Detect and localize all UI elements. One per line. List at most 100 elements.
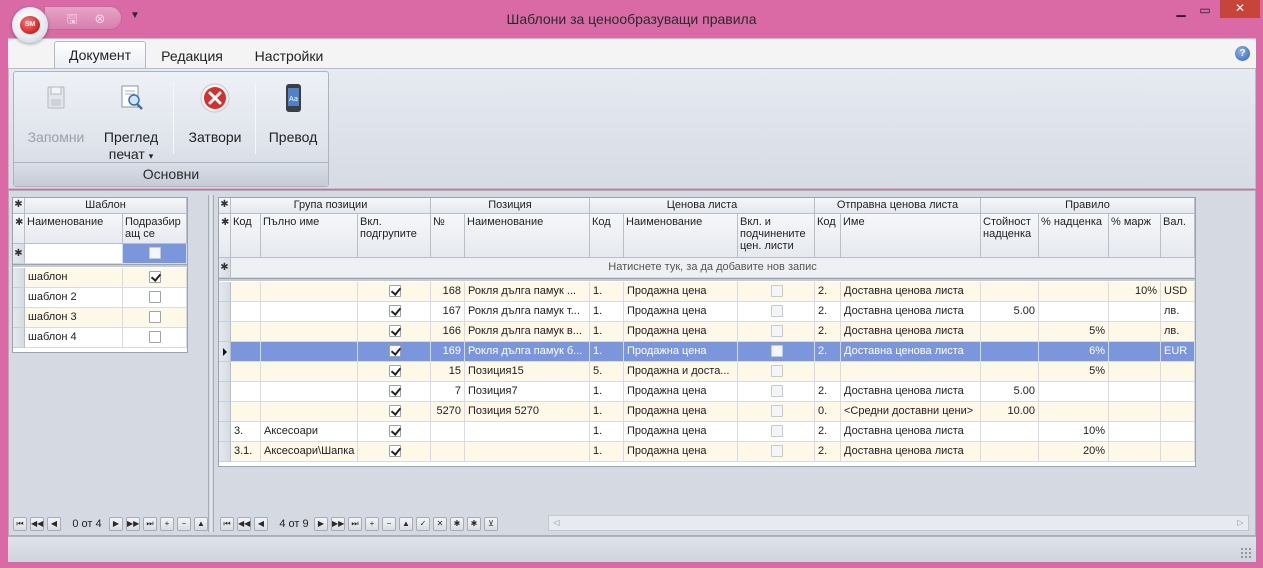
tab-document[interactable]: Документ: [54, 41, 146, 69]
rule-markup-percent-cell[interactable]: 20%: [1039, 442, 1109, 462]
group-include-subgroups-cell[interactable]: [358, 322, 431, 342]
rule-currency-cell[interactable]: лв.: [1161, 302, 1195, 322]
pricelist-name-cell[interactable]: Продажна цена: [624, 302, 738, 322]
rule-markup-percent-cell[interactable]: 5%: [1039, 362, 1109, 382]
group-code-cell[interactable]: [231, 342, 261, 362]
template-default-cell[interactable]: [123, 328, 187, 348]
rule-currency-cell[interactable]: [1161, 362, 1195, 382]
rules-nav-up-button[interactable]: ▲: [399, 517, 413, 531]
pricelist-name-cell[interactable]: Продажна цена: [624, 322, 738, 342]
item-name-cell[interactable]: Позиция 5270: [465, 402, 590, 422]
nav-prev-page-button[interactable]: ◀◀: [30, 517, 44, 531]
base-pricelist-code-cell[interactable]: 2.: [815, 322, 841, 342]
rule-markup-value-cell[interactable]: [981, 422, 1039, 442]
pricelist-code-cell[interactable]: 1.: [590, 402, 624, 422]
rule-row-selector[interactable]: [219, 442, 231, 462]
base-pricelist-code-cell[interactable]: 2.: [815, 422, 841, 442]
rule-markup-percent-cell[interactable]: [1039, 382, 1109, 402]
rule-markup-percent-cell[interactable]: 10%: [1039, 422, 1109, 442]
pricelist-code-cell[interactable]: 1.: [590, 342, 624, 362]
rule-margin-percent-cell[interactable]: [1109, 362, 1161, 382]
group-include-subgroups-cell[interactable]: [358, 342, 431, 362]
nav-first-button[interactable]: ⏮: [13, 517, 27, 531]
column-header-item-number[interactable]: №: [431, 214, 465, 258]
pricelist-code-cell[interactable]: 1.: [590, 302, 624, 322]
rules-nav-prev-page-button[interactable]: ◀◀: [237, 517, 251, 531]
rule-row-selector[interactable]: [219, 282, 231, 302]
maximize-button[interactable]: ▭: [1194, 2, 1216, 18]
column-header-name[interactable]: Наименование: [25, 214, 123, 244]
filter-cell-default[interactable]: [123, 244, 187, 264]
rules-nav-prev-button[interactable]: ◀: [254, 517, 268, 531]
base-pricelist-name-cell[interactable]: Доставна ценова листа: [841, 302, 981, 322]
group-include-subgroups-checkbox[interactable]: [389, 345, 401, 357]
pricelist-name-cell[interactable]: Продажна цена: [624, 442, 738, 462]
nav-prev-button[interactable]: ◀: [47, 517, 61, 531]
close-window-button[interactable]: ✕: [1220, 0, 1260, 18]
item-number-cell[interactable]: 166: [431, 322, 465, 342]
column-header-base-pricelist-name[interactable]: Име: [841, 214, 981, 258]
rule-markup-value-cell[interactable]: [981, 282, 1039, 302]
rule-markup-value-cell[interactable]: 5.00: [981, 302, 1039, 322]
template-default-cell[interactable]: [123, 268, 187, 288]
rule-currency-cell[interactable]: [1161, 422, 1195, 442]
rule-margin-percent-cell[interactable]: [1109, 422, 1161, 442]
rules-nav-first-button[interactable]: ⏮: [220, 517, 234, 531]
group-include-subgroups-cell[interactable]: [358, 282, 431, 302]
group-code-cell[interactable]: [231, 302, 261, 322]
column-header-group-full-name[interactable]: Пълно име: [261, 214, 358, 258]
rule-row-selector[interactable]: [219, 322, 231, 342]
pricelist-include-children-cell[interactable]: [738, 282, 815, 302]
group-include-subgroups-checkbox[interactable]: [389, 365, 401, 377]
template-row-selector[interactable]: [13, 288, 25, 308]
item-number-cell[interactable]: [431, 422, 465, 442]
nav-last-button[interactable]: ⏭: [143, 517, 157, 531]
rule-markup-percent-cell[interactable]: 6%: [1039, 342, 1109, 362]
rule-markup-value-cell[interactable]: 10.00: [981, 402, 1039, 422]
rule-row-selector[interactable]: [219, 402, 231, 422]
column-header-rule-currency[interactable]: Вал.: [1161, 214, 1195, 258]
column-header-default[interactable]: Подразбир ащ се: [123, 214, 187, 244]
pricelist-include-children-checkbox[interactable]: [771, 325, 783, 337]
group-code-cell[interactable]: 3.1.: [231, 442, 261, 462]
item-name-cell[interactable]: Позиция7: [465, 382, 590, 402]
pricelist-include-children-checkbox[interactable]: [771, 365, 783, 377]
group-include-subgroups-checkbox[interactable]: [389, 405, 401, 417]
item-number-cell[interactable]: [431, 442, 465, 462]
base-pricelist-code-cell[interactable]: 2.: [815, 282, 841, 302]
item-name-cell[interactable]: [465, 442, 590, 462]
template-default-cell[interactable]: [123, 288, 187, 308]
group-full-name-cell[interactable]: [261, 282, 358, 302]
rule-currency-cell[interactable]: [1161, 442, 1195, 462]
item-name-cell[interactable]: Рокля дълга памук т...: [465, 302, 590, 322]
rule-markup-value-cell[interactable]: [981, 322, 1039, 342]
rule-currency-cell[interactable]: [1161, 382, 1195, 402]
group-include-subgroups-checkbox[interactable]: [389, 305, 401, 317]
pricelist-include-children-checkbox[interactable]: [771, 305, 783, 317]
rule-row-selector[interactable]: [219, 302, 231, 322]
template-default-checkbox[interactable]: [149, 331, 161, 343]
group-code-cell[interactable]: 3.: [231, 422, 261, 442]
save-button[interactable]: Запомни: [18, 78, 94, 162]
column-header-item-name[interactable]: Наименование: [465, 214, 590, 258]
template-row-selector[interactable]: [13, 268, 25, 288]
rules-nav-remove-button[interactable]: −: [382, 517, 396, 531]
scroll-left-icon[interactable]: ◁: [550, 517, 563, 529]
group-include-subgroups-checkbox[interactable]: [389, 385, 401, 397]
base-pricelist-name-cell[interactable]: Доставна ценова листа: [841, 422, 981, 442]
close-button[interactable]: Затвори: [180, 78, 250, 162]
pricelist-include-children-checkbox[interactable]: [771, 285, 783, 297]
base-pricelist-name-cell[interactable]: Доставна ценова листа: [841, 342, 981, 362]
tab-settings[interactable]: Настройки: [244, 45, 334, 69]
group-include-subgroups-cell[interactable]: [358, 302, 431, 322]
item-name-cell[interactable]: [465, 422, 590, 442]
pricelist-include-children-cell[interactable]: [738, 342, 815, 362]
print-preview-button[interactable]: Преглед печат ▾: [96, 78, 166, 162]
rules-nav-post-button[interactable]: ✓: [416, 517, 430, 531]
item-number-cell[interactable]: 7: [431, 382, 465, 402]
rule-markup-percent-cell[interactable]: 5%: [1039, 322, 1109, 342]
pricelist-code-cell[interactable]: 5.: [590, 362, 624, 382]
base-pricelist-code-cell[interactable]: [815, 362, 841, 382]
template-default-checkbox[interactable]: [149, 271, 161, 283]
pricelist-include-children-cell[interactable]: [738, 402, 815, 422]
